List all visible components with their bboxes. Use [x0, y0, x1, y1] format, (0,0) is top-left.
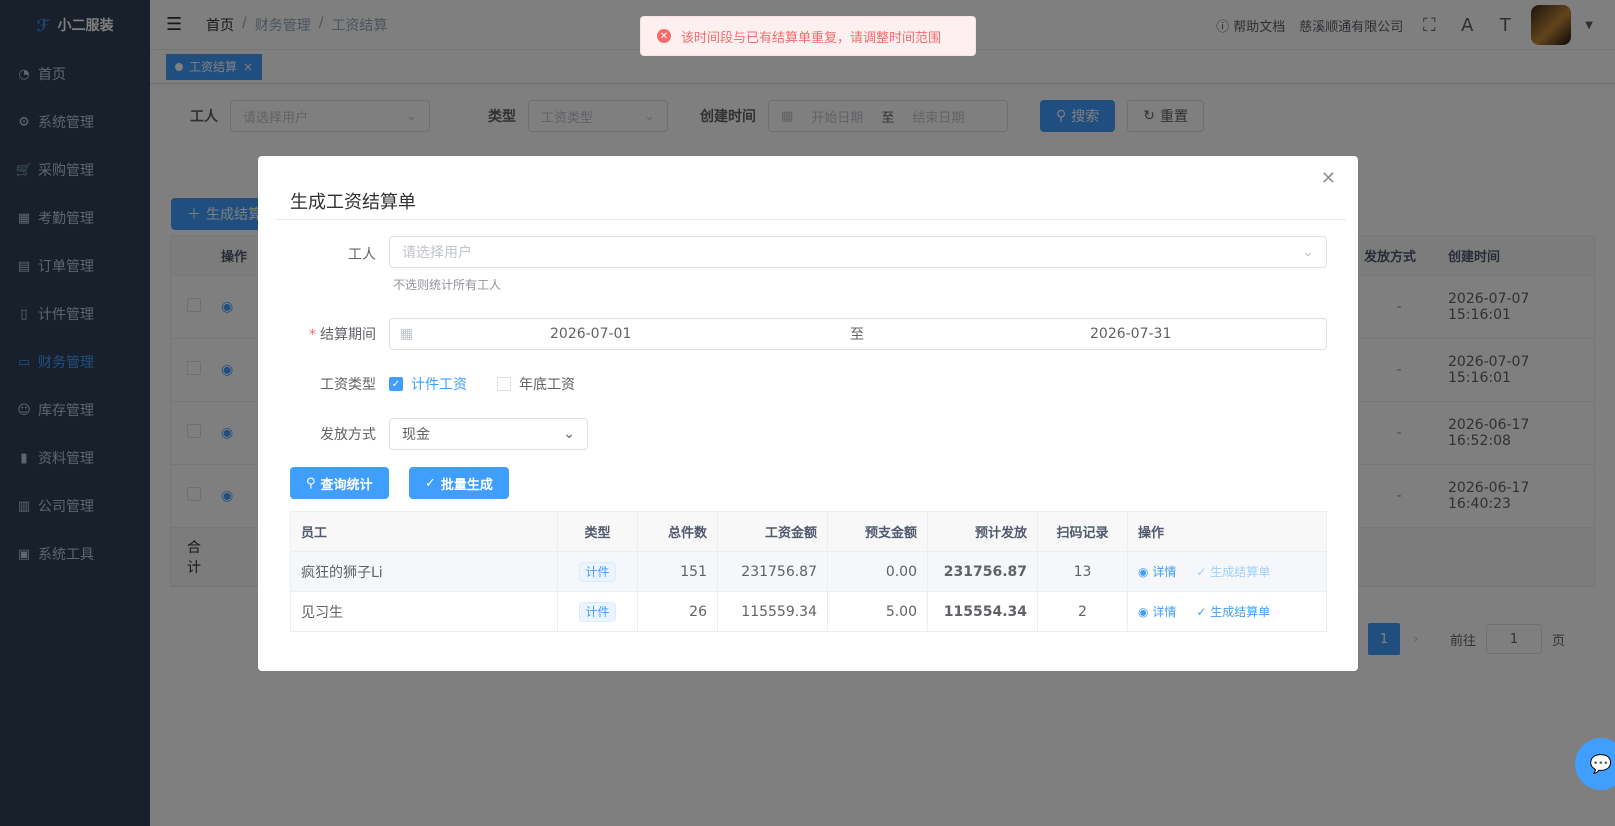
pay-method-label: 发放方式 [320, 427, 376, 443]
type-tag: 计件 [579, 561, 616, 582]
period-start: 2026-07-01 [550, 326, 632, 342]
chevron-down-icon: ⌄ [563, 426, 575, 442]
check-icon: ✓ [389, 377, 403, 391]
period-range[interactable]: ▦ 2026-07-01 至 2026-07-31 [389, 318, 1327, 350]
column-employee: 员工 [290, 511, 558, 552]
period-label: * 结算期间 [309, 327, 376, 343]
year-end-checkbox[interactable]: 年底工资 [497, 374, 575, 394]
error-toast: ✕ 该时间段与已有结算单重复，请调整时间范围 [640, 16, 976, 56]
column-count: 总件数 [637, 511, 718, 552]
column-expected: 预计发放 [927, 511, 1038, 552]
column-type: 类型 [557, 511, 638, 552]
eye-icon: ◉ [1138, 605, 1149, 619]
dialog-worker-select[interactable]: 请选择用户 ⌄ [389, 236, 1327, 268]
type-label: 工资类型 [320, 377, 376, 393]
piece-wage-checkbox[interactable]: ✓ 计件工资 [389, 374, 467, 394]
detail-link[interactable]: ◉ 详情 [1138, 565, 1176, 579]
eye-icon: ◉ [1138, 565, 1149, 579]
error-icon: ✕ [657, 29, 671, 43]
table-row: 疯狂的狮子Li 计件 151 231756.87 0.00 231756.87 13 ◉ 详情… [290, 551, 1327, 592]
table-row: 见习生 计件 26 115559.34 5.00 115554.34 2 ◉ 详情 ✓ 生成结算… [290, 591, 1327, 632]
calendar-icon: ▦ [400, 326, 414, 342]
generate-settlement-link[interactable]: ✓ 生成结算单 [1196, 605, 1270, 619]
worker-label: 工人 [348, 247, 376, 263]
generate-settlement-link[interactable]: ✓ 生成结算单 [1196, 565, 1270, 579]
check-icon: ✓ [1196, 605, 1207, 619]
type-tag: 计件 [579, 601, 616, 622]
generate-salary-dialog: 生成工资结算单 ✕ 工人 请选择用户 ⌄ 不选则统计所有工人 * 结算期间 ▦ 20… [258, 156, 1358, 671]
search-icon: ⚲ [306, 475, 316, 491]
column-operation: 操作 [1127, 511, 1327, 552]
worker-hint: 不选则统计所有工人 [393, 278, 502, 292]
close-icon[interactable]: ✕ [1321, 168, 1336, 189]
batch-generate-button[interactable]: ✓ 批量生成 [409, 467, 509, 499]
stats-table: 员工 类型 总件数 工资金额 预支金额 预计发放 扫码记录 操作 疯狂的狮子Li… [290, 511, 1327, 632]
query-stats-button[interactable]: ⚲ 查询统计 [290, 467, 389, 499]
check-icon: ✓ [1196, 565, 1207, 579]
period-to: 至 [850, 327, 864, 343]
pay-method-select[interactable]: 现金 ⌄ [389, 418, 588, 450]
column-salary: 工资金额 [717, 511, 828, 552]
check-icon: ✓ [425, 475, 436, 491]
detail-link[interactable]: ◉ 详情 [1138, 605, 1176, 619]
column-scans: 扫码记录 [1037, 511, 1128, 552]
column-advance: 预支金额 [827, 511, 928, 552]
dialog-title: 生成工资结算单 [290, 192, 416, 213]
chevron-down-icon: ⌄ [1302, 244, 1314, 260]
period-end: 2026-07-31 [1090, 326, 1172, 342]
